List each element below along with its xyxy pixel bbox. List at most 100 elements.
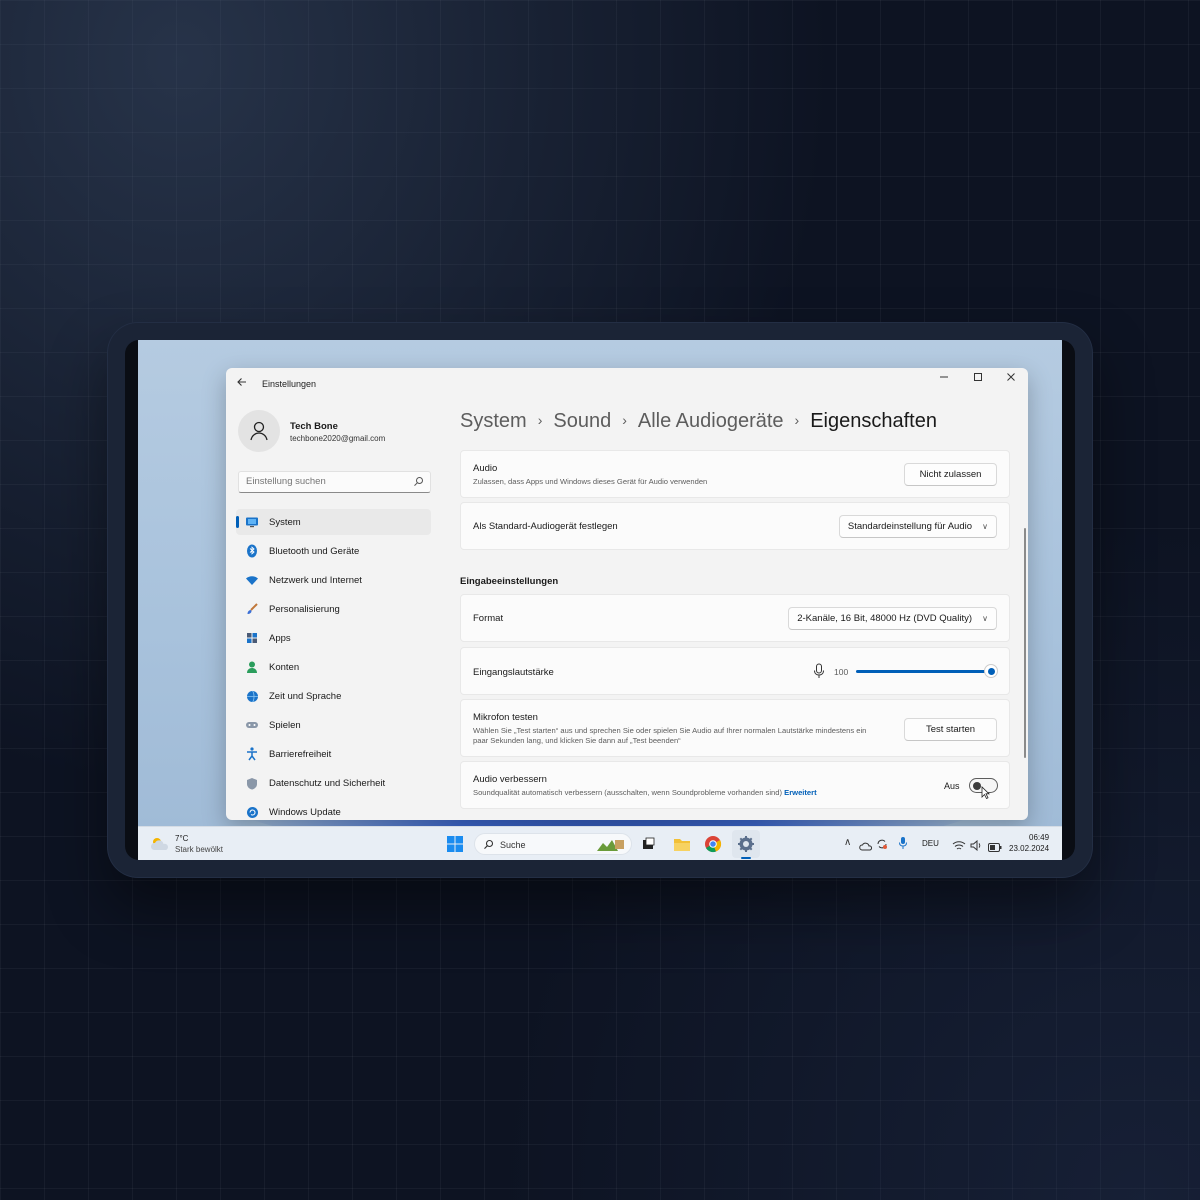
audio-title: Audio (473, 463, 498, 474)
search-icon (414, 477, 423, 486)
taskbar: 7°C Stark bewölkt Suche ∧ DEU 06:49 23.0… (138, 826, 1062, 860)
chevron-right-icon: › (794, 412, 800, 428)
page-title: Eigenschaften (810, 410, 937, 432)
breadcrumb-system[interactable]: System (460, 410, 527, 432)
sidebar-item-label: Personalisierung (269, 603, 340, 615)
mic-test-title: Mikrofon testen (473, 712, 538, 723)
mouse-cursor-icon (981, 786, 990, 800)
apps-icon (244, 630, 260, 646)
gamepad-icon (244, 717, 260, 733)
maximize-button[interactable] (963, 371, 993, 389)
windows-start-icon[interactable] (446, 835, 464, 853)
sidebar-item-privacy[interactable]: Datenschutz und Sicherheit (236, 770, 431, 796)
shield-icon (244, 775, 260, 791)
clock-time[interactable]: 06:49 (1029, 833, 1049, 842)
format-card: Format 2-Kanäle, 16 Bit, 48000 Hz (DVD Q… (460, 594, 1010, 642)
section-heading-input: Eingabeeinstellungen (460, 576, 559, 587)
enhance-audio-description: Soundqualität automatisch verbessern (au… (473, 788, 817, 798)
sidebar-item-apps[interactable]: Apps (236, 625, 431, 651)
volume-icon[interactable] (970, 838, 982, 856)
enhance-audio-card: Audio verbessern Soundqualität automatis… (460, 761, 1010, 809)
weather-description: Stark bewölkt (175, 845, 224, 854)
minimize-icon (940, 376, 948, 378)
accessibility-icon (244, 746, 260, 762)
wifi-icon[interactable] (952, 838, 966, 856)
user-name: Tech Bone (290, 421, 338, 432)
taskbar-search-label: Suche (500, 840, 526, 850)
breadcrumb-all-audio-devices[interactable]: Alle Audiogeräte (638, 410, 784, 432)
enhance-audio-title: Audio verbessern (473, 774, 547, 785)
disallow-button[interactable]: Nicht zulassen (904, 463, 997, 486)
close-icon (1007, 373, 1015, 381)
sidebar-item-bluetooth[interactable]: Bluetooth und Geräte (236, 538, 431, 564)
sync-icon[interactable] (876, 837, 888, 855)
title-bar: Einstellungen (226, 368, 1028, 400)
globe-clock-icon (244, 688, 260, 704)
sidebar-nav: System Bluetooth und Geräte Netzwerk und… (236, 509, 431, 820)
maximize-icon (974, 373, 982, 381)
scrollbar[interactable] (1024, 528, 1026, 758)
microphone-icon[interactable] (813, 663, 825, 684)
search-input[interactable] (246, 476, 406, 487)
clock-date[interactable]: 23.02.2024 (1009, 844, 1049, 853)
chevron-down-icon: ∨ (982, 522, 988, 531)
sidebar-item-accounts[interactable]: Konten (236, 654, 431, 680)
default-device-title: Als Standard-Audiogerät festlegen (473, 521, 618, 532)
close-button[interactable] (996, 371, 1026, 389)
sidebar-item-label: Windows Update (269, 806, 341, 818)
format-title: Format (473, 613, 504, 624)
sidebar-item-network[interactable]: Netzwerk und Internet (236, 567, 431, 593)
weather-temperature: 7°C (175, 834, 189, 843)
format-dropdown[interactable]: 2-Kanäle, 16 Bit, 48000 Hz (DVD Quality)… (788, 607, 997, 630)
monitor-icon (244, 514, 260, 530)
search-icon (484, 839, 494, 849)
advanced-link[interactable]: Erweitert (784, 788, 817, 797)
input-volume-slider-track[interactable] (856, 670, 992, 673)
mic-test-card: Mikrofon testen Wählen Sie „Test starten… (460, 699, 1010, 757)
sidebar-item-label: Datenschutz und Sicherheit (269, 777, 386, 789)
chevron-up-icon[interactable]: ∧ (844, 837, 851, 848)
input-volume-slider-thumb[interactable] (984, 664, 998, 678)
chevron-right-icon: › (622, 412, 627, 428)
taskbar-search[interactable]: Suche (474, 833, 632, 855)
mic-test-description: Wählen Sie „Test starten“ aus und sprech… (473, 726, 867, 745)
task-view-icon[interactable] (639, 835, 657, 853)
sidebar-item-windows-update[interactable]: Windows Update (236, 799, 431, 820)
sidebar-item-personalization[interactable]: Personalisierung (236, 596, 431, 622)
sidebar-item-label: System (269, 516, 301, 528)
input-volume-value: 100 (834, 667, 849, 677)
desktop: Einstellungen Tech Bone techbone2020@gma… (138, 340, 1062, 860)
breadcrumb-sound[interactable]: Sound (553, 410, 611, 432)
back-button[interactable] (236, 376, 250, 390)
arrow-left-icon (237, 378, 246, 386)
active-indicator (741, 857, 751, 859)
toggle-state-label: Aus (944, 781, 960, 791)
file-explorer-icon[interactable] (673, 835, 691, 853)
update-icon (244, 804, 260, 820)
microphone-tray-icon[interactable] (898, 836, 908, 855)
settings-search[interactable] (238, 471, 431, 493)
sidebar-item-label: Spielen (269, 719, 301, 731)
chrome-icon[interactable] (704, 835, 722, 853)
onedrive-cloud-icon[interactable] (859, 838, 873, 856)
battery-icon[interactable] (988, 839, 1002, 857)
sidebar-item-accessibility[interactable]: Barrierefreiheit (236, 741, 431, 767)
language-indicator[interactable]: DEU (922, 839, 939, 848)
chevron-down-icon: ∨ (982, 614, 988, 623)
minimize-button[interactable] (929, 371, 959, 389)
breadcrumb: System › Sound › Alle Audiogeräte › Eigenschaf… (460, 410, 937, 433)
default-device-dropdown[interactable]: Standardeinstellung für Audio ∨ (838, 515, 997, 538)
sidebar-item-gaming[interactable]: Spielen (236, 712, 431, 738)
sidebar-item-system[interactable]: System (236, 509, 431, 535)
weather-cloudy-icon[interactable] (150, 836, 170, 857)
tablet-frame: Einstellungen Tech Bone techbone2020@gma… (108, 323, 1092, 877)
audio-card: Audio Zulassen, dass Apps und Windows di… (460, 450, 1010, 498)
audio-description: Zulassen, dass Apps und Windows dieses G… (473, 477, 708, 486)
sidebar-item-label: Bluetooth und Geräte (269, 545, 360, 557)
person-icon (250, 421, 268, 441)
settings-gear-icon[interactable] (737, 835, 755, 853)
user-email: techbone2020@gmail.com (290, 434, 386, 443)
sidebar-item-label: Barrierefreiheit (269, 748, 332, 760)
sidebar-item-time-language[interactable]: Zeit und Sprache (236, 683, 431, 709)
test-start-button[interactable]: Test starten (904, 718, 997, 741)
